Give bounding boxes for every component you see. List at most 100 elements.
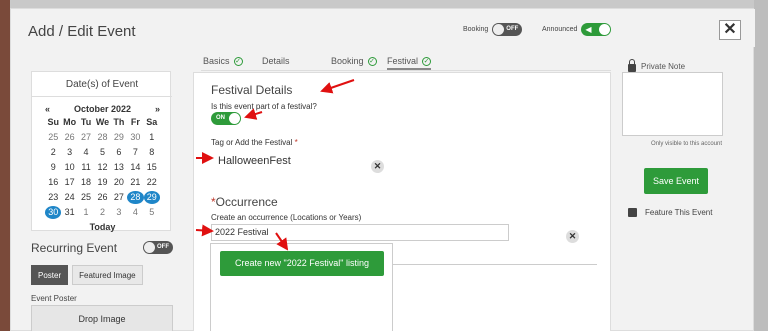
- calendar-day[interactable]: 5: [144, 206, 160, 219]
- calendar-day[interactable]: 10: [61, 161, 77, 174]
- calendar-day[interactable]: 25: [78, 191, 94, 204]
- calendar-day-selected[interactable]: 30: [45, 206, 62, 219]
- toggle-knob: [493, 24, 505, 35]
- calendar-grid: Su Mo Tu We Th Fr Sa 25 26 27 28 29 30 1…: [45, 116, 160, 219]
- feature-checkbox[interactable]: [628, 208, 637, 217]
- calendar-day[interactable]: 17: [61, 176, 77, 189]
- calendar-day[interactable]: 7: [127, 146, 143, 159]
- occurrence-input[interactable]: 2022 Festival: [211, 224, 509, 241]
- calendar-day[interactable]: 22: [144, 176, 160, 189]
- clear-occurrence-button[interactable]: ✕: [566, 230, 579, 243]
- weekday-header: Fr: [130, 117, 140, 127]
- calendar-day[interactable]: 30: [127, 131, 143, 144]
- calendar-day[interactable]: 24: [61, 191, 77, 204]
- visibility-note: Only visible to this account: [651, 141, 723, 147]
- festival-question: Is this event part of a festival?: [211, 102, 317, 111]
- tab-booking[interactable]: Booking ✓: [331, 56, 377, 66]
- booking-toggle-state: OFF: [506, 26, 519, 32]
- booking-toggle-label: Booking: [463, 26, 489, 33]
- festival-toggle-state: ON: [216, 115, 225, 121]
- calendar-day[interactable]: 19: [94, 176, 110, 189]
- calendar-day[interactable]: 4: [127, 206, 143, 219]
- calendar: « October 2022 » Su Mo Tu We Th Fr Sa 25…: [45, 102, 160, 232]
- date-picker-box: Date(s) of Event « October 2022 » Su Mo …: [31, 71, 172, 232]
- section-tabs: Basics ✓ Details Booking ✓ Festival ✓: [201, 53, 611, 71]
- calendar-day[interactable]: 13: [111, 161, 127, 174]
- announced-toggle-group: Announced ◀: [542, 23, 612, 36]
- remove-festival-button[interactable]: ✕: [371, 160, 384, 173]
- festival-toggle[interactable]: ON: [211, 112, 241, 125]
- check-icon: ✓: [422, 56, 432, 66]
- tab-basics[interactable]: Basics ✓: [203, 56, 243, 66]
- calendar-day[interactable]: 26: [61, 131, 77, 144]
- close-button[interactable]: ✕: [719, 20, 741, 40]
- tab-label: Details: [262, 56, 290, 66]
- calendar-day[interactable]: 9: [45, 161, 61, 174]
- selected-festival: HalloweenFest: [218, 155, 291, 167]
- recurring-event-toggle[interactable]: OFF: [143, 241, 173, 254]
- calendar-day[interactable]: 21: [127, 176, 143, 189]
- tab-label: Festival: [387, 56, 419, 66]
- next-month-button[interactable]: »: [155, 104, 160, 114]
- required-mark: *: [294, 138, 298, 147]
- calendar-day[interactable]: 28: [94, 131, 110, 144]
- calendar-day[interactable]: 23: [45, 191, 61, 204]
- toggle-knob: [144, 242, 155, 253]
- prev-month-button[interactable]: «: [45, 104, 50, 114]
- tab-details[interactable]: Details: [262, 56, 290, 66]
- tab-label: Basics: [203, 56, 230, 66]
- calendar-day[interactable]: 27: [78, 131, 94, 144]
- calendar-day[interactable]: 29: [111, 131, 127, 144]
- calendar-day[interactable]: 2: [94, 206, 110, 219]
- calendar-day[interactable]: 6: [111, 146, 127, 159]
- tab-featured-image[interactable]: Featured Image: [72, 265, 143, 285]
- private-note-textarea[interactable]: [622, 72, 723, 136]
- modal-title: Add / Edit Event: [28, 23, 136, 40]
- festival-tag-label: Tag or Add the Festival *: [211, 138, 298, 147]
- announced-toggle[interactable]: ◀: [581, 23, 612, 36]
- check-icon: ✓: [367, 56, 377, 66]
- event-modal: Add / Edit Event Booking OFF Announced ◀…: [10, 8, 755, 331]
- tab-poster[interactable]: Poster: [31, 265, 69, 285]
- recurring-event-label: Recurring Event: [31, 241, 118, 255]
- create-listing-button[interactable]: Create new "2022 Festival" listing: [220, 251, 384, 276]
- calendar-day[interactable]: 1: [78, 206, 94, 219]
- calendar-day[interactable]: 12: [94, 161, 110, 174]
- megaphone-icon: ◀: [585, 25, 592, 34]
- calendar-day[interactable]: 1: [144, 131, 160, 144]
- calendar-day[interactable]: 16: [45, 176, 61, 189]
- occurrence-label: Create an occurrence (Locations or Years…: [211, 213, 362, 222]
- announced-toggle-label: Announced: [542, 26, 578, 33]
- booking-toggle-group: Booking OFF: [463, 23, 523, 36]
- calendar-day[interactable]: 2: [45, 146, 61, 159]
- calendar-day[interactable]: 3: [111, 206, 127, 219]
- calendar-day[interactable]: 27: [111, 191, 127, 204]
- calendar-day[interactable]: 11: [78, 161, 94, 174]
- calendar-day[interactable]: 8: [144, 146, 160, 159]
- toggle-knob: [229, 113, 240, 124]
- festival-tag-label-text: Tag or Add the Festival: [211, 138, 293, 147]
- check-icon: ✓: [233, 56, 243, 66]
- tab-festival[interactable]: Festival ✓: [387, 56, 432, 70]
- calendar-day[interactable]: 26: [94, 191, 110, 204]
- calendar-day-selected[interactable]: 28: [127, 191, 144, 204]
- calendar-day[interactable]: 31: [61, 206, 77, 219]
- calendar-day[interactable]: 4: [78, 146, 94, 159]
- calendar-day[interactable]: 5: [94, 146, 110, 159]
- page-backdrop-left: [0, 0, 10, 331]
- feature-label: Feature This Event: [645, 208, 713, 217]
- divider: [393, 264, 597, 265]
- booking-toggle[interactable]: OFF: [492, 23, 523, 36]
- recurring-toggle-state: OFF: [157, 244, 169, 250]
- calendar-day[interactable]: 25: [45, 131, 61, 144]
- calendar-day[interactable]: 20: [111, 176, 127, 189]
- calendar-day-selected[interactable]: 29: [143, 191, 160, 204]
- drop-image-zone[interactable]: Drop Image: [31, 305, 173, 331]
- calendar-day[interactable]: 14: [127, 161, 143, 174]
- feature-event-option[interactable]: Feature This Event: [628, 208, 712, 217]
- save-event-button[interactable]: Save Event: [644, 168, 708, 194]
- calendar-day[interactable]: 3: [61, 146, 77, 159]
- calendar-day[interactable]: 18: [78, 176, 94, 189]
- today-button[interactable]: Today: [45, 222, 160, 232]
- calendar-day[interactable]: 15: [144, 161, 160, 174]
